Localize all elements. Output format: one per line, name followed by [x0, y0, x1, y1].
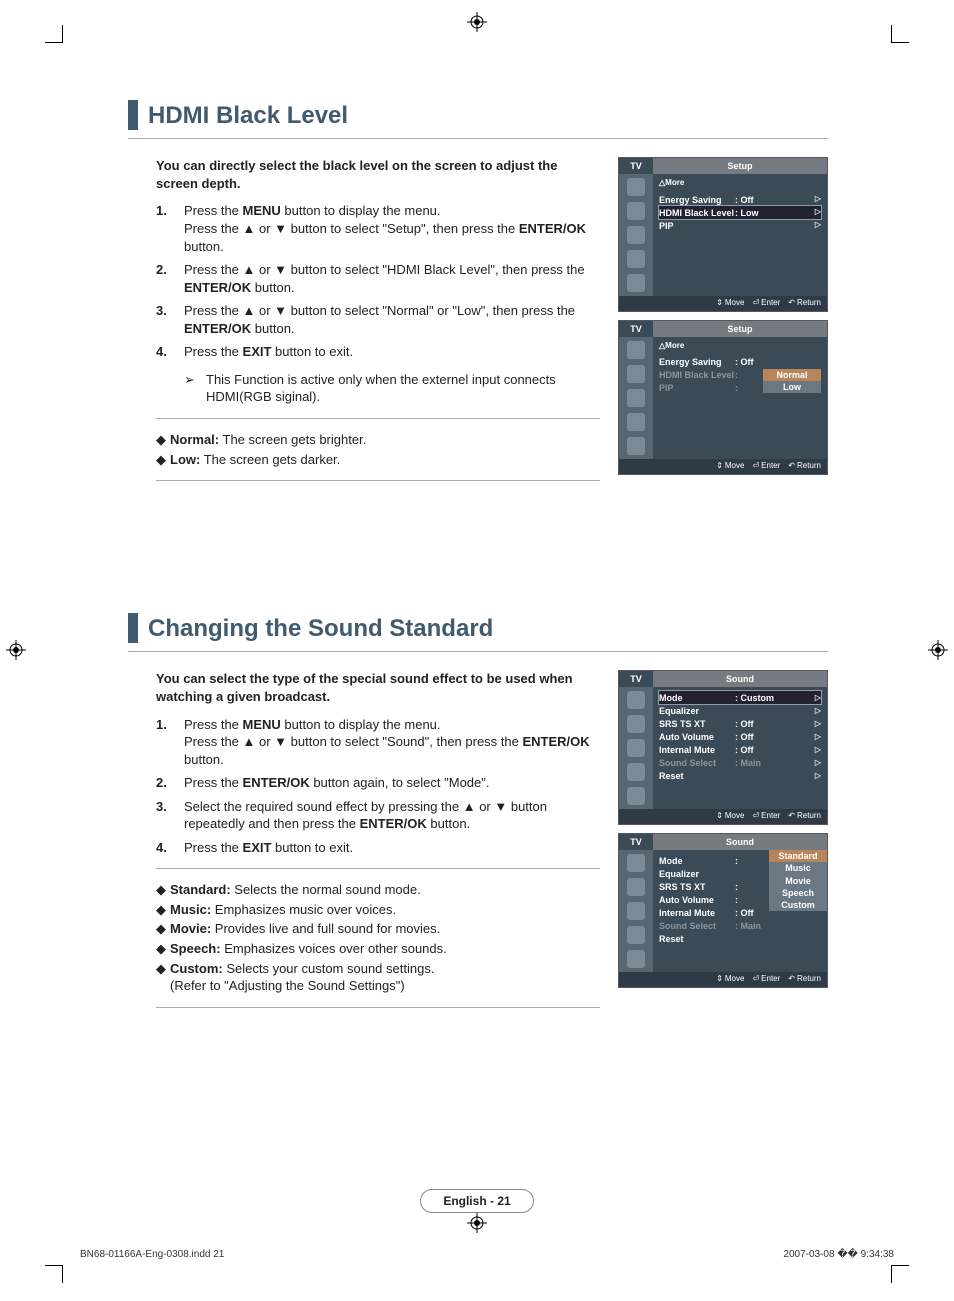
divider: [156, 480, 600, 481]
divider: [156, 418, 600, 419]
note-glyph-icon: ➢: [184, 371, 206, 406]
crop-mark: [891, 25, 909, 43]
file-meta-left: BN68-01166A-Eng-0308.indd 21: [80, 1248, 224, 1262]
steps-list: 1.Press the MENU button to display the m…: [156, 202, 600, 360]
osd-sound-panel-1: TVSoundMode: Custom▷Equalizer▷SRS TS XT:…: [618, 670, 828, 825]
bullet-block: ◆Normal: The screen gets brighter.◆Low: …: [156, 431, 600, 468]
file-meta-right: 2007-03-08 �� 9:34:38: [783, 1248, 894, 1262]
page-number: English - 21: [0, 1189, 954, 1213]
registration-mark-icon: [6, 640, 26, 660]
crop-mark: [891, 1265, 909, 1283]
crop-mark: [45, 1265, 63, 1283]
intro-text: You can directly select the black level …: [156, 157, 600, 192]
bullet-block: ◆Standard: Selects the normal sound mode…: [156, 881, 600, 994]
crop-mark: [45, 25, 63, 43]
note-text: This Function is active only when the ex…: [206, 371, 600, 406]
section-accent-bar: [128, 100, 138, 130]
registration-mark-icon: [467, 1213, 487, 1233]
divider: [156, 1007, 600, 1008]
osd-setup-panel-1: TVSetup△MoreEnergy Saving: Off▷HDMI Blac…: [618, 157, 828, 312]
osd-setup-panel-2: TVSetup△MoreEnergy Saving: OffHDMI Black…: [618, 320, 828, 475]
steps-list: 1.Press the MENU button to display the m…: [156, 716, 600, 857]
section-title: Changing the Sound Standard: [148, 613, 493, 645]
intro-text: You can select the type of the special s…: [156, 670, 600, 705]
osd-sound-panel-2: TVSoundMode:EqualizerSRS TS XT:Auto Volu…: [618, 833, 828, 988]
registration-mark-icon: [467, 12, 487, 32]
section-accent-bar: [128, 613, 138, 643]
divider: [156, 868, 600, 869]
registration-mark-icon: [928, 640, 948, 660]
section-title: HDMI Black Level: [148, 100, 348, 132]
